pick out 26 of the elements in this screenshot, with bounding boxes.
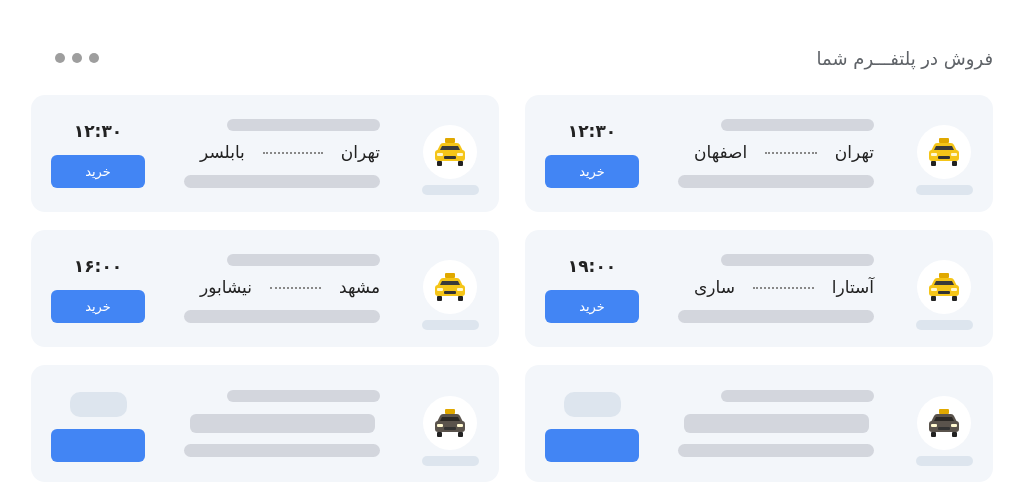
button-placeholder[interactable] bbox=[51, 428, 145, 462]
destination-city: ساری bbox=[694, 276, 735, 300]
departure-time: ۱۲:۳۰ bbox=[73, 120, 123, 144]
buy-button[interactable]: خرید bbox=[545, 154, 639, 188]
departure-time: ۱۶:۰۰ bbox=[73, 255, 123, 279]
taxi-icon bbox=[927, 136, 961, 167]
taxi-icon bbox=[433, 136, 467, 167]
buy-button[interactable]: خرید bbox=[51, 289, 145, 323]
taxi-icon bbox=[433, 271, 467, 302]
buy-button[interactable]: خرید bbox=[51, 154, 145, 188]
departure-time: ۱۹:۰۰ bbox=[567, 255, 617, 279]
taxi-icon bbox=[433, 407, 467, 438]
origin-city: تهران bbox=[340, 141, 380, 165]
page-title: فروش در پلتفـــرم شما bbox=[816, 46, 993, 72]
button-placeholder[interactable] bbox=[545, 428, 639, 462]
origin-city: آستارا bbox=[831, 276, 874, 300]
destination-city: بابلسر bbox=[200, 141, 245, 165]
more-icon[interactable] bbox=[55, 53, 99, 63]
destination-city: نیشابور bbox=[200, 276, 252, 300]
origin-city: تهران bbox=[834, 141, 874, 165]
destination-city: اصفهان bbox=[694, 141, 748, 165]
origin-city: مشهد bbox=[338, 276, 380, 300]
taxi-icon bbox=[927, 271, 961, 302]
buy-button[interactable]: خرید bbox=[545, 289, 639, 323]
taxi-icon bbox=[927, 407, 961, 438]
departure-time: ۱۲:۳۰ bbox=[567, 120, 617, 144]
